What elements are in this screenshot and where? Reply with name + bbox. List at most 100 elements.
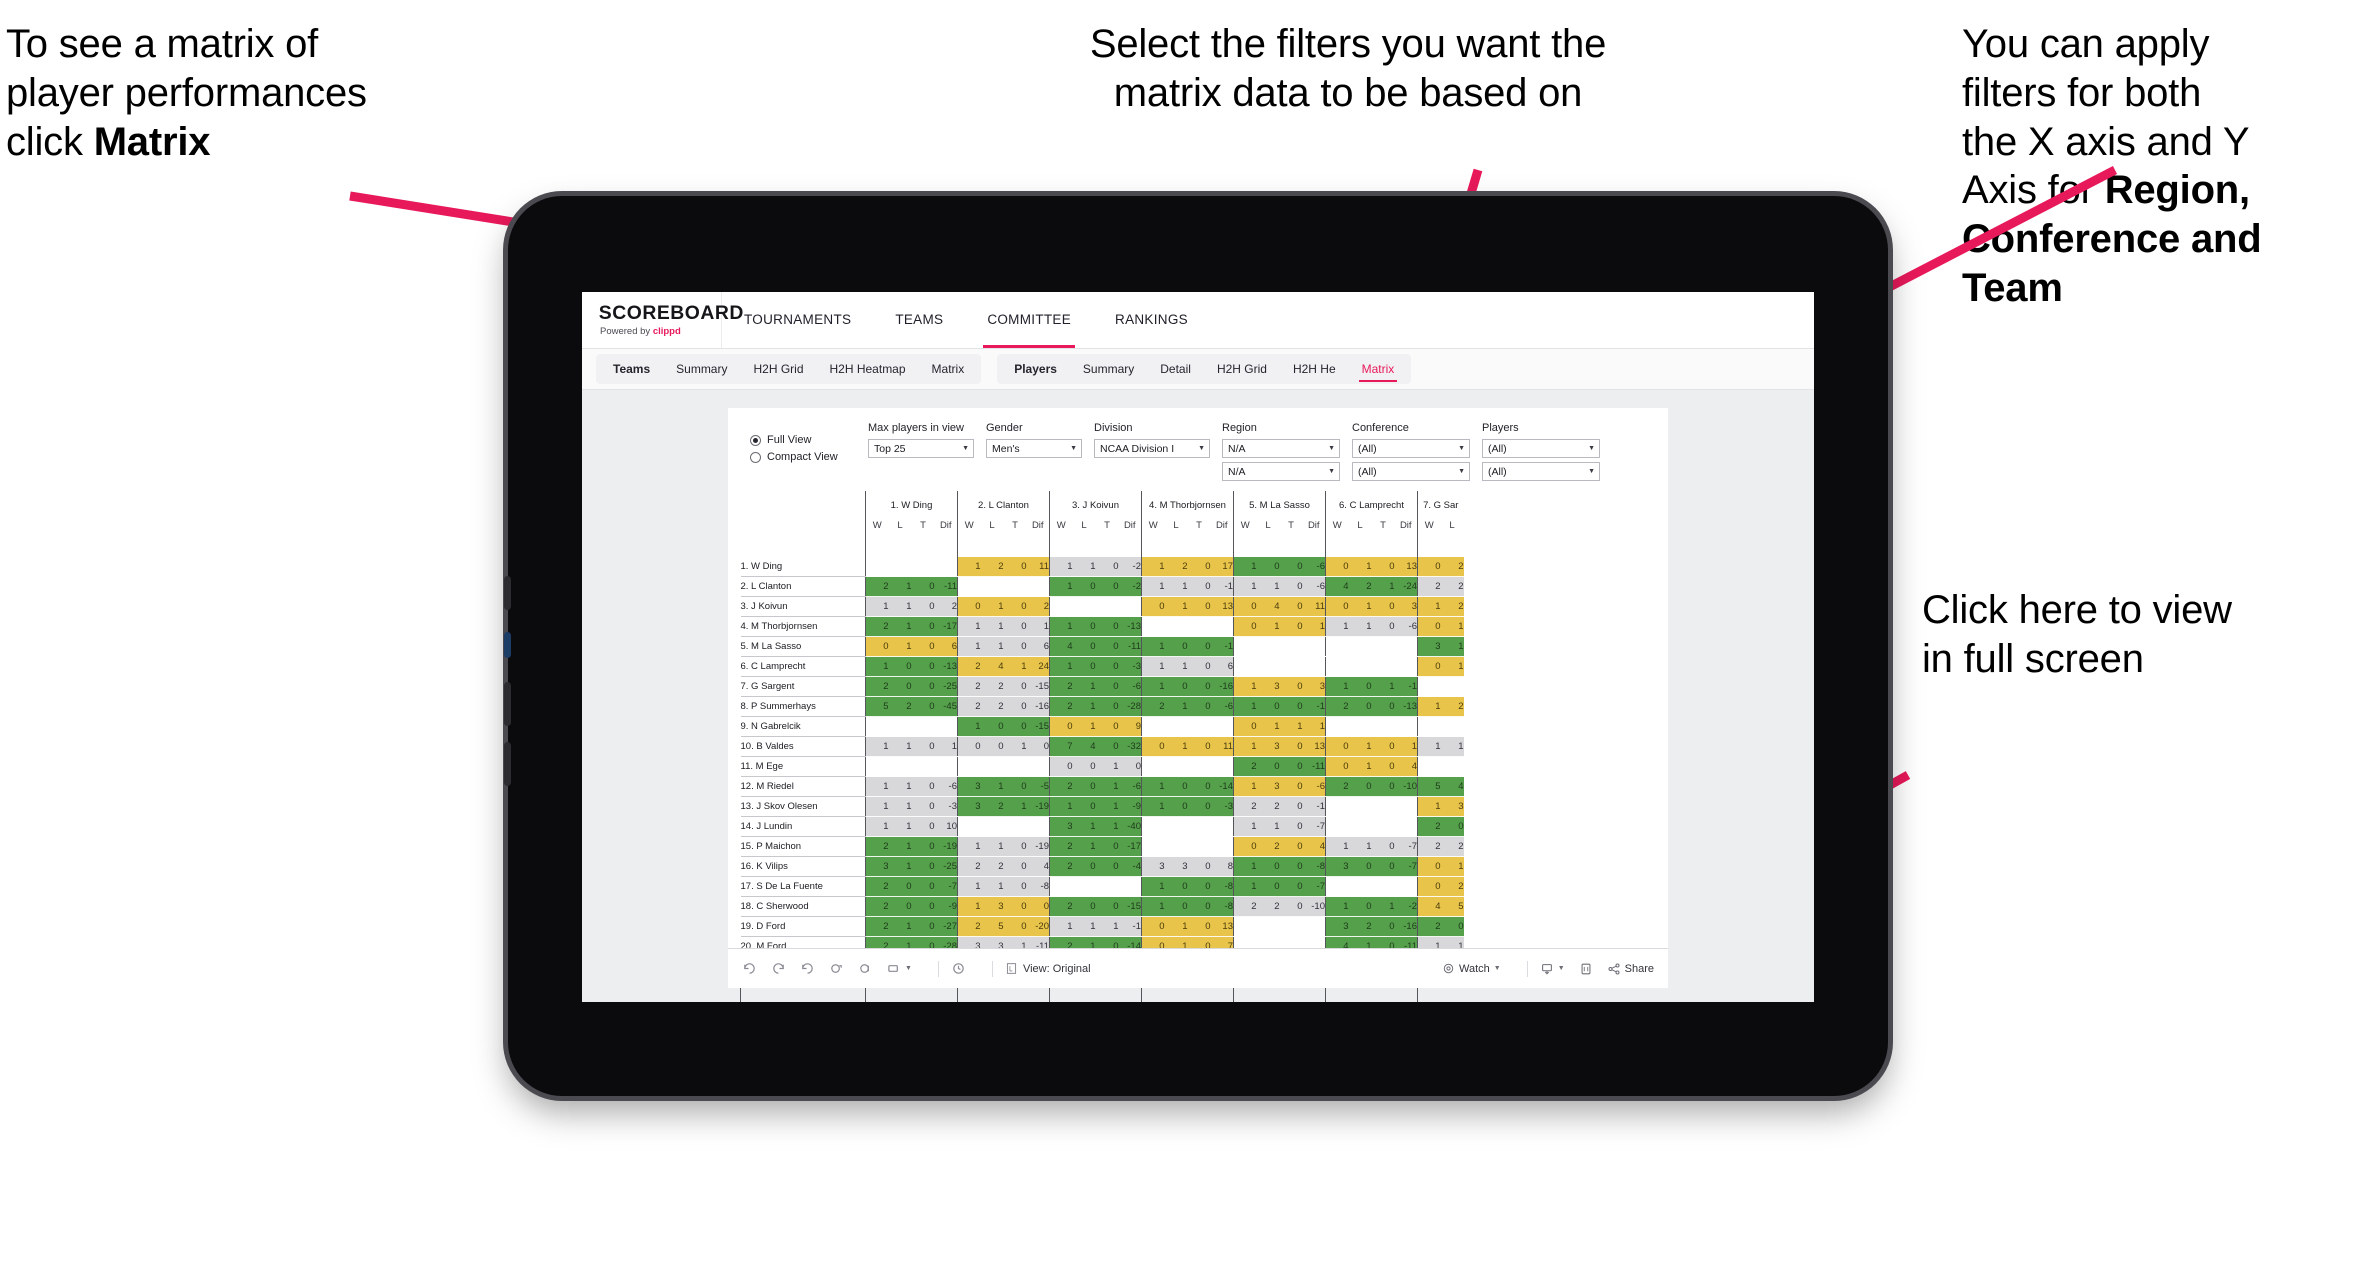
- subnav-teams-summary[interactable]: Summary: [663, 354, 740, 384]
- matrix-row-header[interactable]: 8. P Summerhays: [740, 696, 866, 717]
- matrix-cell[interactable]: 4: [980, 656, 1004, 677]
- matrix-cell[interactable]: 3: [1256, 736, 1280, 757]
- matrix-cell[interactable]: [1164, 836, 1188, 857]
- matrix-cell[interactable]: [1348, 816, 1372, 837]
- matrix-cell[interactable]: 1: [1003, 736, 1027, 757]
- matrix-cell[interactable]: [934, 716, 958, 737]
- matrix-cell[interactable]: 0: [1371, 756, 1395, 777]
- undo-icon[interactable]: [742, 961, 757, 976]
- matrix-cell[interactable]: 0: [1095, 636, 1119, 657]
- matrix-cell[interactable]: 2: [1049, 676, 1073, 697]
- matrix-cell[interactable]: 6: [934, 636, 958, 657]
- matrix-cell[interactable]: 2: [1233, 756, 1257, 777]
- matrix-cell[interactable]: [957, 756, 981, 777]
- matrix-cell[interactable]: 0: [911, 816, 935, 837]
- matrix-cell[interactable]: 1: [1141, 676, 1165, 697]
- matrix-cell[interactable]: 4: [1072, 736, 1096, 757]
- matrix-cell[interactable]: 0: [1371, 736, 1395, 757]
- refresh-icon[interactable]: [829, 961, 844, 976]
- matrix-cell[interactable]: -20: [1026, 916, 1050, 937]
- matrix-cell[interactable]: 11: [1026, 557, 1050, 577]
- matrix-cell[interactable]: 0: [1187, 636, 1211, 657]
- matrix-cell[interactable]: 0: [1279, 836, 1303, 857]
- matrix-cell[interactable]: [1325, 796, 1349, 817]
- matrix-cell[interactable]: -17: [934, 616, 958, 637]
- matrix-cell[interactable]: [1003, 576, 1027, 597]
- matrix-cell[interactable]: 1: [865, 816, 889, 837]
- matrix-cell[interactable]: 1: [1141, 896, 1165, 917]
- matrix-cell[interactable]: -25: [934, 676, 958, 697]
- matrix-cell[interactable]: -6: [934, 776, 958, 797]
- matrix-cell[interactable]: -15: [1026, 676, 1050, 697]
- matrix-cell[interactable]: [980, 816, 1004, 837]
- matrix-cell[interactable]: 0: [1187, 876, 1211, 897]
- matrix-cell[interactable]: [1118, 596, 1142, 617]
- matrix-cell[interactable]: [1279, 636, 1303, 657]
- matrix-cell[interactable]: 0: [1256, 856, 1280, 877]
- highlight-icon[interactable]: ▼: [887, 961, 912, 976]
- matrix-cell[interactable]: 1: [1348, 736, 1372, 757]
- matrix-cell[interactable]: [911, 716, 935, 737]
- matrix-cell[interactable]: [1164, 816, 1188, 837]
- matrix-cell[interactable]: 2: [1233, 796, 1257, 817]
- matrix-cell[interactable]: 0: [1233, 716, 1257, 737]
- subnav-teams-h2h-grid[interactable]: H2H Grid: [740, 354, 816, 384]
- matrix-cell[interactable]: 2: [865, 576, 889, 597]
- matrix-cell[interactable]: 1: [1072, 557, 1096, 577]
- matrix-cell[interactable]: 2: [888, 696, 912, 717]
- matrix-cell[interactable]: [1394, 796, 1418, 817]
- matrix-cell[interactable]: 0: [1279, 876, 1303, 897]
- filter-players-select-x[interactable]: (All) ▼: [1482, 439, 1600, 458]
- matrix-cell[interactable]: 1: [888, 856, 912, 877]
- matrix-cell[interactable]: 1: [1003, 656, 1027, 677]
- matrix-cell[interactable]: [1187, 836, 1211, 857]
- matrix-cell[interactable]: [934, 557, 958, 577]
- matrix-cell[interactable]: 1: [888, 576, 912, 597]
- redo-icon[interactable]: [771, 961, 786, 976]
- matrix-cell[interactable]: 1: [980, 776, 1004, 797]
- matrix-cell[interactable]: 4: [1325, 576, 1349, 597]
- matrix-cell[interactable]: 1: [1440, 736, 1464, 757]
- matrix-cell[interactable]: 0: [1279, 896, 1303, 917]
- matrix-cell[interactable]: 0: [911, 676, 935, 697]
- matrix-cell[interactable]: 1: [888, 596, 912, 617]
- matrix-cell[interactable]: -3: [1210, 796, 1234, 817]
- matrix-cell[interactable]: 0: [1279, 616, 1303, 637]
- matrix-cell[interactable]: 0: [1348, 676, 1372, 697]
- matrix-cell[interactable]: -7: [1394, 856, 1418, 877]
- matrix-cell[interactable]: 4: [1440, 776, 1464, 797]
- matrix-cell[interactable]: [1256, 656, 1280, 677]
- matrix-cell[interactable]: 1: [1233, 696, 1257, 717]
- matrix-cell[interactable]: 0: [1072, 776, 1096, 797]
- matrix-cell[interactable]: 2: [1141, 696, 1165, 717]
- matrix-cell[interactable]: 2: [1440, 576, 1464, 597]
- matrix-cell[interactable]: 1: [1049, 796, 1073, 817]
- matrix-cell[interactable]: 5: [980, 916, 1004, 937]
- matrix-cell[interactable]: [1417, 676, 1441, 697]
- matrix-row-header[interactable]: 5. M La Sasso: [740, 636, 866, 657]
- matrix-cell[interactable]: 1: [957, 876, 981, 897]
- topnav-item-committee[interactable]: COMMITTEE: [965, 292, 1093, 348]
- filter-division-select[interactable]: NCAA Division I ▼: [1094, 439, 1210, 458]
- matrix-cell[interactable]: 1: [1348, 836, 1372, 857]
- matrix-cell[interactable]: 0: [1279, 696, 1303, 717]
- matrix-cell[interactable]: 0: [1072, 616, 1096, 637]
- matrix-cell[interactable]: -40: [1118, 816, 1142, 837]
- matrix-cell[interactable]: 2: [865, 676, 889, 697]
- matrix-cell[interactable]: 1: [1348, 557, 1372, 577]
- matrix-cell[interactable]: 6: [1026, 636, 1050, 657]
- matrix-cell[interactable]: 1: [1440, 636, 1464, 657]
- matrix-cell[interactable]: [1394, 716, 1418, 737]
- matrix-cell[interactable]: 5: [865, 696, 889, 717]
- matrix-cell[interactable]: 1: [865, 796, 889, 817]
- matrix-cell[interactable]: 3: [1141, 856, 1165, 877]
- matrix-cell[interactable]: 0: [911, 636, 935, 657]
- matrix-cell[interactable]: 1: [888, 616, 912, 637]
- matrix-cell[interactable]: [1210, 716, 1234, 737]
- matrix-cell[interactable]: -1: [1118, 916, 1142, 937]
- matrix-cell[interactable]: [1325, 816, 1349, 837]
- matrix-cell[interactable]: 0: [1164, 896, 1188, 917]
- matrix-cell[interactable]: 3: [1325, 856, 1349, 877]
- matrix-cell[interactable]: 4: [1394, 756, 1418, 777]
- matrix-cell[interactable]: 0: [1003, 557, 1027, 577]
